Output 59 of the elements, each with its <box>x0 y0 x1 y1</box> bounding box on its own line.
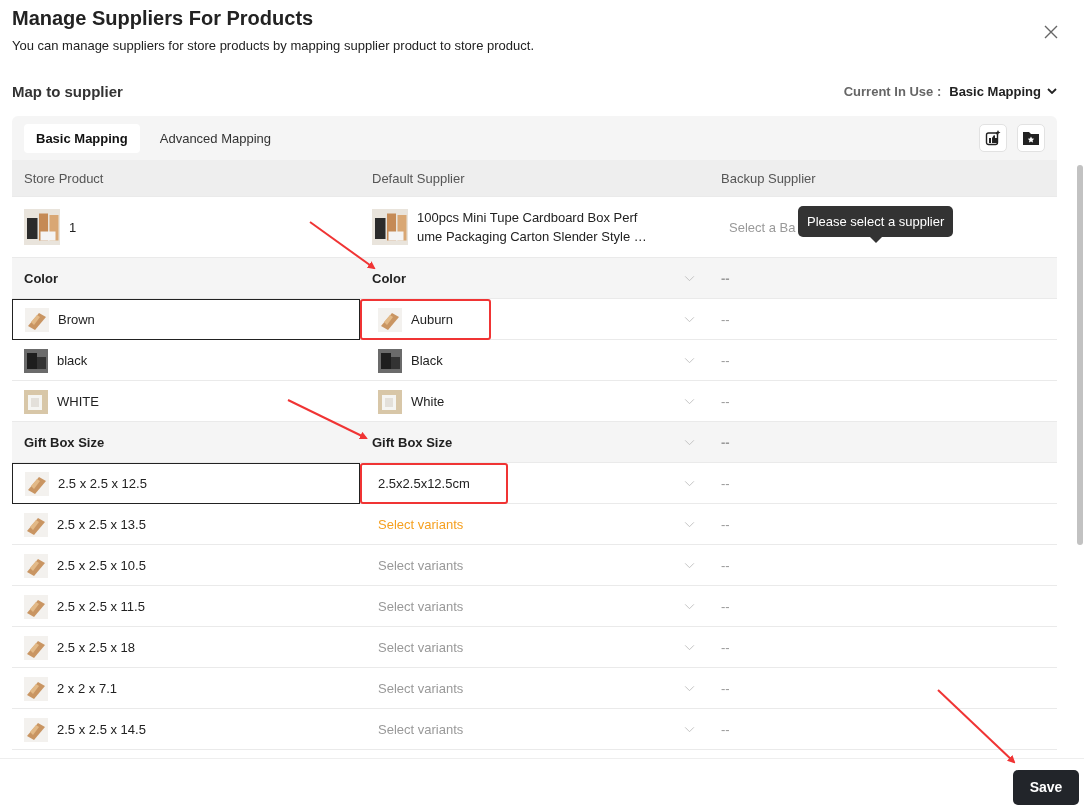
chevron-down-icon <box>684 316 695 323</box>
option-name: Color <box>23 269 59 288</box>
column-header: Default Supplier <box>371 169 466 188</box>
variant-name: black <box>57 353 88 368</box>
backup-value: -- <box>721 394 730 409</box>
option-name: Gift Box Size <box>23 433 106 452</box>
variant-name: 2.5 x 2.5 x 13.5 <box>57 517 146 532</box>
supplier-product-name: 100pcs Mini Tupe Cardboard Box Perf ume Packaging Carton Slender Style … <box>417 209 647 246</box>
chevron-down-icon <box>684 685 695 692</box>
chevron-down-icon <box>684 398 695 405</box>
dialog-subtitle: You can manage suppliers for store products by mapping supplier product to store product. <box>12 38 534 53</box>
variant-select[interactable]: Auburn <box>411 312 453 327</box>
variant-name: 2.5 x 2.5 x 18 <box>57 640 136 655</box>
column-header: Store Product <box>23 169 105 188</box>
variant-name: 2 x 2 x 7.1 <box>57 681 117 696</box>
annotation-arrow <box>309 221 376 270</box>
chevron-down-icon <box>684 726 695 733</box>
backup-value: -- <box>721 681 730 696</box>
option-select[interactable]: Color <box>360 270 406 286</box>
backup-value: -- <box>721 722 730 737</box>
backup-value: -- <box>721 558 730 573</box>
variant-select[interactable]: White <box>411 394 445 409</box>
backup-value: -- <box>721 270 730 286</box>
variant-select[interactable]: Black <box>411 353 443 368</box>
backup-value: -- <box>721 476 730 491</box>
variant-name: 2.5 x 2.5 x 12.5 <box>58 476 147 491</box>
variant-name: WHITE <box>57 394 99 409</box>
backup-value: -- <box>721 434 730 450</box>
chevron-down-icon <box>684 521 695 528</box>
product-name: 1 <box>69 219 77 235</box>
variant-name: 2.5 x 2.5 x 11.5 <box>57 599 145 614</box>
dialog-title: Manage Suppliers For Products <box>12 7 315 30</box>
variant-name: 2.5 x 2.5 x 14.5 <box>57 722 146 737</box>
backup-value: -- <box>721 640 730 655</box>
mapping-dropdown[interactable]: Basic Mapping <box>949 83 1057 99</box>
chevron-down-icon <box>1047 88 1057 94</box>
chevron-down-icon <box>684 562 695 569</box>
tooltip: Please select a supplier <box>798 206 954 243</box>
backup-value: -- <box>721 599 730 614</box>
variant-name: 2.5 x 2.5 x 10.5 <box>57 558 146 573</box>
chevron-down-icon <box>684 274 695 282</box>
backup-value: -- <box>721 517 730 532</box>
chevron-down-icon <box>684 438 695 446</box>
backup-value: -- <box>721 353 730 368</box>
column-header: Backup Supplier <box>720 169 817 188</box>
current-in-use-label: Current In Use : <box>843 83 942 99</box>
option-select[interactable]: Gift Box Size <box>360 434 453 450</box>
chevron-down-icon <box>684 644 695 651</box>
chevron-down-icon <box>684 480 695 487</box>
tab[interactable]: Basic Mapping <box>24 123 140 153</box>
chevron-down-icon <box>684 603 695 610</box>
thumbs-up-sparkle-icon[interactable] <box>979 124 1007 152</box>
variant-name: Brown <box>58 312 95 327</box>
chevron-down-icon <box>684 357 695 364</box>
section-label: Map to supplier <box>12 82 123 100</box>
save-button[interactable]: Save <box>1013 769 1079 805</box>
tab[interactable]: Advanced Mapping <box>147 123 284 153</box>
backup-value: -- <box>721 312 730 327</box>
variant-select[interactable]: 2.5x2.5x12.5cm <box>378 476 470 491</box>
